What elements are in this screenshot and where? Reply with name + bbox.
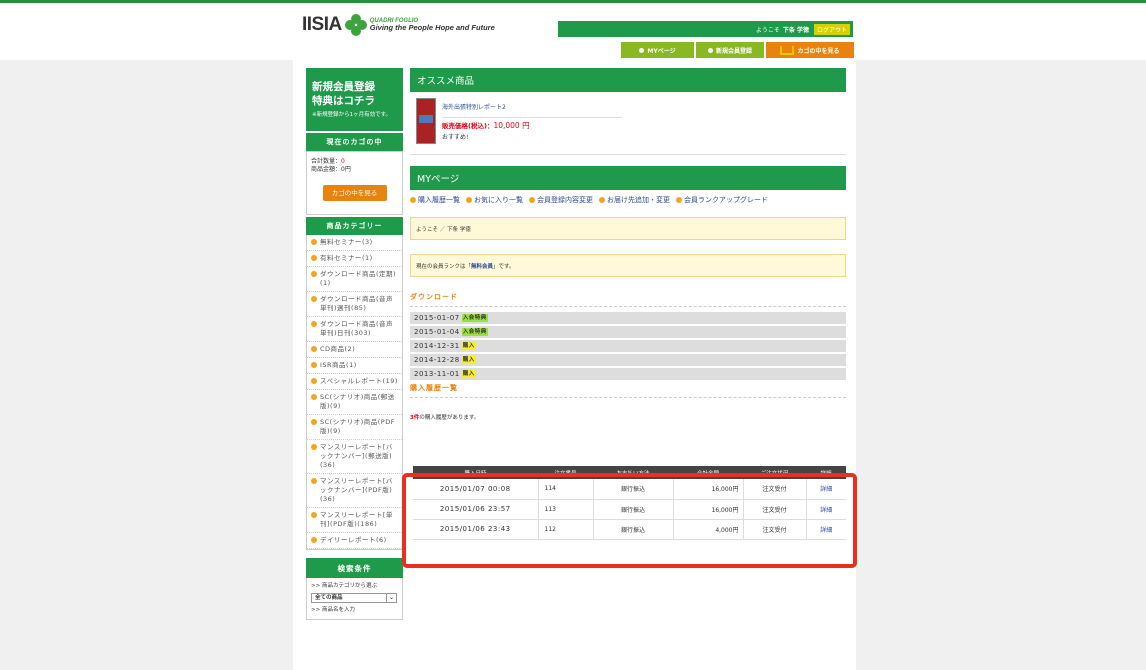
menu-favorites[interactable]: お気に入り一覧 bbox=[466, 195, 523, 205]
product-note: おすすめ! bbox=[442, 134, 469, 141]
download-date: 2014-12-28 bbox=[414, 356, 460, 364]
mypage-heading: MYページ bbox=[410, 166, 846, 190]
welcome-notice: ようこそ ／ 下条 学徳 bbox=[410, 217, 846, 240]
history-count: 3件 bbox=[410, 415, 420, 421]
category-select[interactable]: 全ての商品 ⌄ bbox=[311, 593, 397, 603]
recommend-item: 海外出張特別レポート2 販売価格(税込)：10,000 円 おすすめ! bbox=[410, 92, 846, 155]
category-item[interactable]: マンスリーレポート[単刊](PDF版)(186) bbox=[307, 508, 402, 533]
logo-text: IISIA bbox=[302, 14, 342, 35]
category-item[interactable]: SC(シナリオ)商品(PDF版)(9) bbox=[307, 415, 402, 440]
download-row[interactable]: 2015-01-07 入会特典 bbox=[410, 312, 846, 324]
logout-button[interactable]: ログアウト bbox=[813, 23, 850, 35]
search-name-label: >> 商品名を入力 bbox=[311, 607, 355, 613]
download-badge: 購入 bbox=[461, 370, 476, 378]
category-item[interactable]: ISR商品(1) bbox=[307, 358, 402, 374]
download-badge: 入会特典 bbox=[461, 314, 488, 322]
category-select-value: 全ての商品 bbox=[315, 594, 343, 601]
category-item[interactable]: 無料セミナー(3) bbox=[307, 235, 402, 251]
download-date: 2013-11-01 bbox=[414, 370, 460, 378]
rank-value: 無料会員 bbox=[471, 263, 494, 270]
circle-icon bbox=[639, 47, 645, 53]
menu-edit-profile[interactable]: 会員登録内容変更 bbox=[529, 195, 593, 205]
category-item[interactable]: ダウンロード商品(音声単刊)日刊(303) bbox=[307, 317, 402, 342]
rank-prefix: 現在の会員ランクは「 bbox=[416, 263, 472, 270]
download-badge: 購入 bbox=[461, 356, 476, 364]
nav-cart-label: カゴの中を見る bbox=[797, 47, 840, 55]
user-name: 下条 学徳 bbox=[782, 26, 809, 34]
price-value: 10,000 円 bbox=[493, 121, 530, 130]
download-date: 2015-01-04 bbox=[414, 328, 460, 336]
category-item[interactable]: デイリーレポート(6) bbox=[307, 533, 402, 549]
logo-tagline: QUADRI FOGLIO Giving the People Hope and… bbox=[370, 18, 495, 32]
price-label: 販売価格(税込)： bbox=[442, 122, 494, 130]
download-date: 2015-01-07 bbox=[414, 314, 460, 322]
rank-suffix: 」です。 bbox=[493, 263, 515, 270]
search-heading: 検索条件 bbox=[306, 558, 403, 578]
download-row[interactable]: 2013-11-01 購入 bbox=[410, 368, 846, 380]
sidebar: 新規会員登録 特典はコチラ ※新規登録から1ヶ月有効です。 現在のカゴの中 合計… bbox=[306, 68, 403, 620]
download-heading: ダウンロード bbox=[410, 292, 846, 307]
nav-register-button[interactable]: 新規会員登録 bbox=[696, 42, 764, 58]
download-row[interactable]: 2014-12-28 購入 bbox=[410, 354, 846, 366]
menu-delivery-address[interactable]: お届け先追加・変更 bbox=[599, 195, 670, 205]
category-item[interactable]: ダウンロード商品(定期)(1) bbox=[307, 267, 402, 292]
product-title-link[interactable]: 海外出張特別レポート2 bbox=[442, 102, 622, 118]
download-row[interactable]: 2014-12-31 購入 bbox=[410, 340, 846, 352]
category-item[interactable]: マンスリーレポート[バックナンバー](PDF版)(36) bbox=[307, 474, 402, 508]
cart-qty-label: 合計数量： bbox=[311, 158, 342, 165]
search-category-label: >> 商品カテゴリから選ぶ bbox=[311, 583, 377, 589]
promo-line1: 新規会員登録 bbox=[312, 81, 375, 93]
history-heading: 購入履歴一覧 bbox=[410, 383, 846, 398]
promo-line2: 特典はコチラ bbox=[312, 95, 375, 107]
tagline-bottom: Giving the People Hope and Future bbox=[369, 23, 495, 32]
menu-rank-upgrade[interactable]: 会員ランクアップグレード bbox=[676, 195, 768, 205]
search-panel: >> 商品カテゴリから選ぶ 全ての商品 ⌄ >> 商品名を入力 bbox=[306, 578, 403, 620]
history-count-suffix: の購入履歴があります。 bbox=[419, 415, 480, 421]
welcome-prefix: ようこそ bbox=[755, 26, 780, 34]
promo-note: ※新規登録から1ヶ月有効です。 bbox=[312, 112, 392, 118]
recommend-heading: オススメ商品 bbox=[410, 68, 846, 92]
nav-mypage-label: MYページ bbox=[647, 47, 676, 55]
category-item[interactable]: マンスリーレポート[バックナンバー](郵送版)(36) bbox=[307, 440, 402, 474]
main-column: オススメ商品 海外出張特別レポート2 販売価格(税込)：10,000 円 おすす… bbox=[410, 68, 846, 421]
circle-icon bbox=[707, 47, 713, 53]
history-count-note: 3件の購入履歴があります。 bbox=[410, 413, 846, 421]
cart-qty: 0 bbox=[341, 158, 345, 165]
welcome-bar: ようこそ 下条 学徳 ログアウト bbox=[558, 21, 853, 37]
nav-register-label: 新規会員登録 bbox=[715, 47, 752, 55]
rank-notice: 現在の会員ランクは「 無料会員 」です。 bbox=[410, 254, 846, 277]
category-item[interactable]: CD商品(2) bbox=[307, 342, 402, 358]
site-logo[interactable]: IISIA QUADRI FOGLIO Giving the People Ho… bbox=[302, 14, 495, 36]
cart-amount: 0円 bbox=[341, 166, 351, 173]
download-badge: 購入 bbox=[461, 342, 476, 350]
download-date: 2014-12-31 bbox=[414, 342, 460, 350]
download-row[interactable]: 2015-01-04 入会特典 bbox=[410, 326, 846, 338]
highlight-annotation bbox=[402, 473, 857, 568]
nav-cart-button[interactable]: カゴの中を見る bbox=[766, 42, 854, 58]
register-promo-banner[interactable]: 新規会員登録 特典はコチラ ※新規登録から1ヶ月有効です。 bbox=[306, 68, 403, 131]
category-item[interactable]: ダウンロード商品(音声単刊)週刊(85) bbox=[307, 292, 402, 317]
product-thumbnail[interactable] bbox=[416, 98, 436, 144]
nav-mypage-button[interactable]: MYページ bbox=[621, 42, 694, 58]
cart-summary: 合計数量：0 商品金額：0円 カゴの中を見る bbox=[306, 151, 403, 215]
product-price: 販売価格(税込)：10,000 円 bbox=[442, 120, 530, 131]
category-heading: 商品カテゴリー bbox=[306, 215, 403, 235]
download-list: 2015-01-07 入会特典 2015-01-04 入会特典 2014-12-31… bbox=[410, 312, 846, 380]
category-list: 無料セミナー(3) 有料セミナー(1) ダウンロード商品(定期)(1) ダウンロ… bbox=[306, 235, 403, 550]
menu-purchase-history[interactable]: 購入履歴一覧 bbox=[410, 195, 460, 205]
clover-icon bbox=[344, 14, 367, 36]
cart-icon bbox=[780, 45, 795, 55]
cart-heading: 現在のカゴの中 bbox=[306, 131, 403, 151]
chevron-down-icon: ⌄ bbox=[386, 594, 396, 602]
download-badge: 入会特典 bbox=[461, 328, 488, 336]
mypage-menu: 購入履歴一覧 お気に入り一覧 会員登録内容変更 お届け先追加・変更 会員ランクア… bbox=[410, 194, 846, 206]
view-cart-button[interactable]: カゴの中を見る bbox=[322, 185, 387, 201]
cart-amount-label: 商品金額： bbox=[311, 166, 342, 173]
category-item[interactable]: スペシャルレポート(19) bbox=[307, 374, 402, 390]
category-item[interactable]: 有料セミナー(1) bbox=[307, 251, 402, 267]
category-item[interactable]: SC(シナリオ)商品(郵送版)(9) bbox=[307, 390, 402, 415]
